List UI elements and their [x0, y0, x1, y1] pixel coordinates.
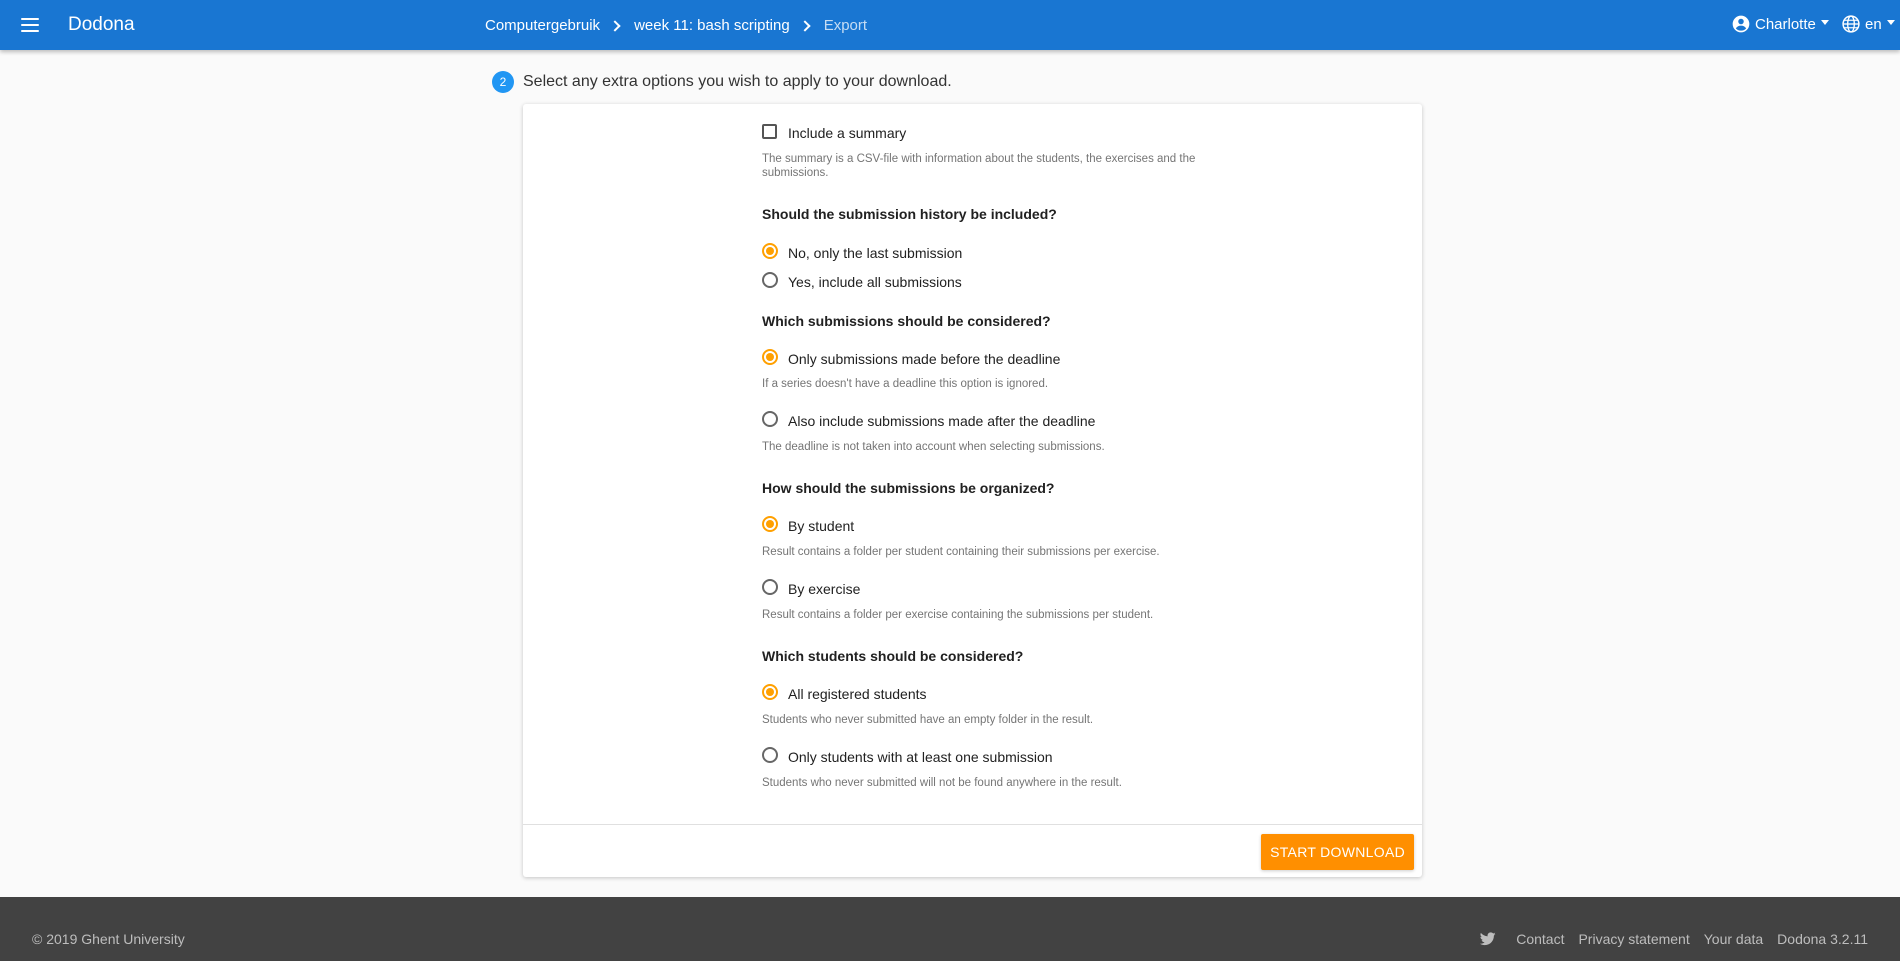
footer-links: Contact Privacy statement Your data Dodo…: [1480, 931, 1868, 947]
options-form: Include a summary The summary is a CSV-f…: [762, 122, 1202, 790]
summary-help: The summary is a CSV-file with informati…: [762, 153, 1196, 179]
footer-link-privacy[interactable]: Privacy statement: [1578, 931, 1689, 947]
history-question: Should the submission history be include…: [762, 206, 1057, 222]
user-name: Charlotte: [1755, 15, 1816, 33]
language-menu[interactable]: en: [1841, 14, 1895, 34]
caret-down-icon: [1886, 20, 1895, 25]
chevron-right-icon: [609, 19, 621, 32]
deadline-before-help: If a series doesn't have a deadline this…: [762, 378, 1049, 390]
history-option-all[interactable]: Yes, include all submissions: [762, 271, 1202, 293]
breadcrumb-course[interactable]: Computergebruik: [485, 17, 600, 34]
deadline-after-label: Also include submissions made after the …: [788, 413, 1096, 429]
hamburger-menu-icon[interactable]: [18, 13, 42, 37]
students-submitted-label: Only students with at least one submissi…: [788, 749, 1053, 765]
step-number-badge: 2: [492, 71, 514, 93]
user-menu[interactable]: Charlotte: [1731, 14, 1829, 34]
students-submitted-radio[interactable]: [762, 747, 778, 763]
summary-label: Include a summary: [788, 125, 907, 141]
organize-student-radio[interactable]: [762, 516, 778, 532]
footer-link-version[interactable]: Dodona 3.2.11: [1777, 931, 1868, 947]
organize-option-student[interactable]: By student: [762, 515, 1202, 537]
brand-logo[interactable]: Dodona: [68, 14, 135, 36]
organize-option-exercise[interactable]: By exercise: [762, 578, 1202, 600]
footer-link-your-data[interactable]: Your data: [1704, 931, 1763, 947]
organize-student-help: Result contains a folder per student con…: [762, 546, 1160, 558]
language-code: en: [1865, 15, 1882, 33]
top-app-bar: Dodona Computergebruik week 11: bash scr…: [0, 0, 1900, 50]
organize-question: How should the submissions be organized?: [762, 480, 1055, 496]
step-text: Select any extra options you wish to app…: [523, 73, 952, 90]
history-last-radio[interactable]: [762, 243, 778, 259]
history-last-label: No, only the last submission: [788, 245, 963, 261]
page-footer: © 2019 Ghent University Contact Privacy …: [0, 897, 1900, 961]
card-actions: START DOWNLOAD: [523, 824, 1422, 877]
breadcrumb-current: Export: [823, 17, 868, 34]
deadline-option-before[interactable]: Only submissions made before the deadlin…: [762, 348, 1202, 370]
deadline-option-after[interactable]: Also include submissions made after the …: [762, 410, 1202, 432]
history-option-last[interactable]: No, only the last submission: [762, 242, 1202, 264]
students-all-radio[interactable]: [762, 684, 778, 700]
deadline-question: Which submissions should be considered?: [762, 313, 1051, 329]
organize-student-label: By student: [788, 518, 855, 534]
deadline-before-label: Only submissions made before the deadlin…: [788, 351, 1061, 367]
caret-down-icon: [1820, 20, 1829, 25]
organize-exercise-help: Result contains a folder per exercise co…: [762, 609, 1154, 621]
twitter-icon[interactable]: [1480, 932, 1496, 946]
chevron-right-icon: [799, 19, 811, 32]
globe-icon: [1842, 15, 1860, 33]
footer-link-contact[interactable]: Contact: [1516, 931, 1564, 947]
students-all-label: All registered students: [788, 686, 927, 702]
start-download-button[interactable]: START DOWNLOAD: [1261, 834, 1414, 870]
students-submitted-help: Students who never submitted will not be…: [762, 777, 1122, 789]
students-question: Which students should be considered?: [762, 648, 1024, 664]
history-all-radio[interactable]: [762, 272, 778, 288]
organize-exercise-radio[interactable]: [762, 579, 778, 595]
breadcrumb-series[interactable]: week 11: bash scripting: [634, 17, 790, 34]
history-all-label: Yes, include all submissions: [788, 274, 962, 290]
deadline-after-help: The deadline is not taken into account w…: [762, 441, 1105, 453]
copyright-text: © 2019 Ghent University: [32, 931, 185, 947]
step-heading: 2 Select any extra options you wish to a…: [492, 71, 952, 93]
account-circle-icon: [1732, 15, 1750, 33]
students-option-submitted[interactable]: Only students with at least one submissi…: [762, 746, 1202, 768]
summary-option[interactable]: Include a summary: [762, 122, 1202, 144]
breadcrumb: Computergebruik week 11: bash scripting …: [485, 17, 867, 34]
students-option-all[interactable]: All registered students: [762, 683, 1202, 705]
summary-checkbox[interactable]: [762, 123, 777, 139]
organize-exercise-label: By exercise: [788, 581, 861, 597]
deadline-before-radio[interactable]: [762, 349, 778, 365]
options-card: Include a summary The summary is a CSV-f…: [523, 104, 1422, 877]
students-all-help: Students who never submitted have an emp…: [762, 714, 1094, 726]
deadline-after-radio[interactable]: [762, 411, 778, 427]
